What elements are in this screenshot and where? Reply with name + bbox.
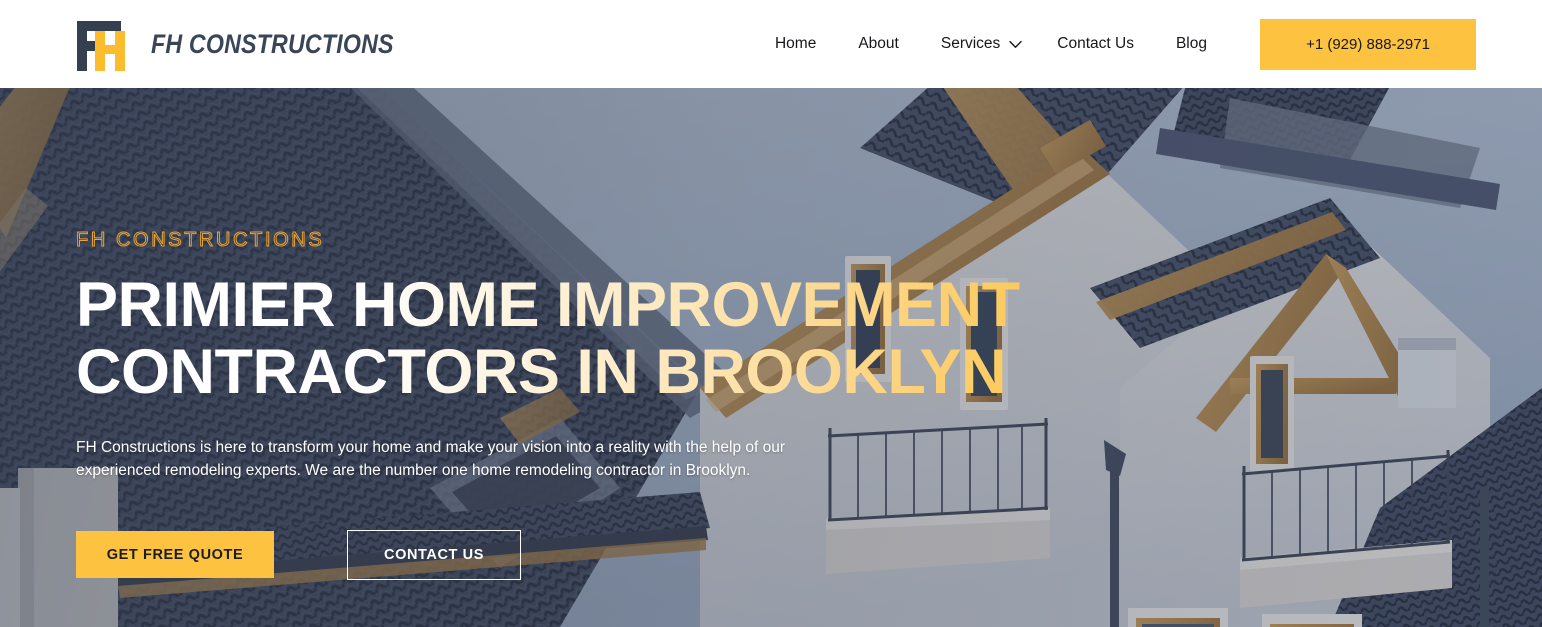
- nav-label: Contact Us: [1057, 35, 1134, 53]
- hero-content: FH CONSTRUCTIONS Primier Home Improvemen…: [0, 88, 1542, 580]
- main-navigation: Home About Services Contact Us Blog +1 (…: [754, 18, 1542, 70]
- contact-us-button[interactable]: Contact Us: [347, 529, 521, 580]
- nav-item-home[interactable]: Home: [754, 36, 837, 52]
- phone-cta-button[interactable]: +1 (929) 888-2971: [1260, 18, 1476, 70]
- hero-cta-group: Get Free Quote Contact Us: [76, 529, 1542, 580]
- hero-title: Primier Home Improvement Contractors in …: [76, 272, 1476, 406]
- chevron-down-icon[interactable]: [1009, 40, 1022, 49]
- nav-label: Services: [940, 35, 1001, 53]
- brand-logo[interactable]: FH CONSTRUCTIONS: [75, 15, 433, 73]
- brand-name: FH CONSTRUCTIONS: [151, 28, 394, 59]
- nav-label: Home: [774, 35, 817, 53]
- hero-description: FH Constructions is here to transform yo…: [76, 438, 786, 480]
- nav-label: About: [858, 35, 899, 53]
- nav-item-contact-us[interactable]: Contact Us: [1036, 36, 1155, 52]
- site-header: FH CONSTRUCTIONS Home About Services Con…: [0, 0, 1542, 88]
- nav-label: Blog: [1175, 35, 1207, 53]
- nav-item-about[interactable]: About: [837, 36, 920, 52]
- get-free-quote-button[interactable]: Get Free Quote: [76, 531, 274, 579]
- hero-section: FH CONSTRUCTIONS Primier Home Improvemen…: [0, 88, 1542, 627]
- fh-monogram-house-icon: [75, 15, 137, 73]
- nav-item-blog[interactable]: Blog: [1155, 36, 1228, 52]
- nav-item-services[interactable]: Services: [920, 36, 1036, 52]
- hero-eyebrow: FH CONSTRUCTIONS: [76, 229, 325, 251]
